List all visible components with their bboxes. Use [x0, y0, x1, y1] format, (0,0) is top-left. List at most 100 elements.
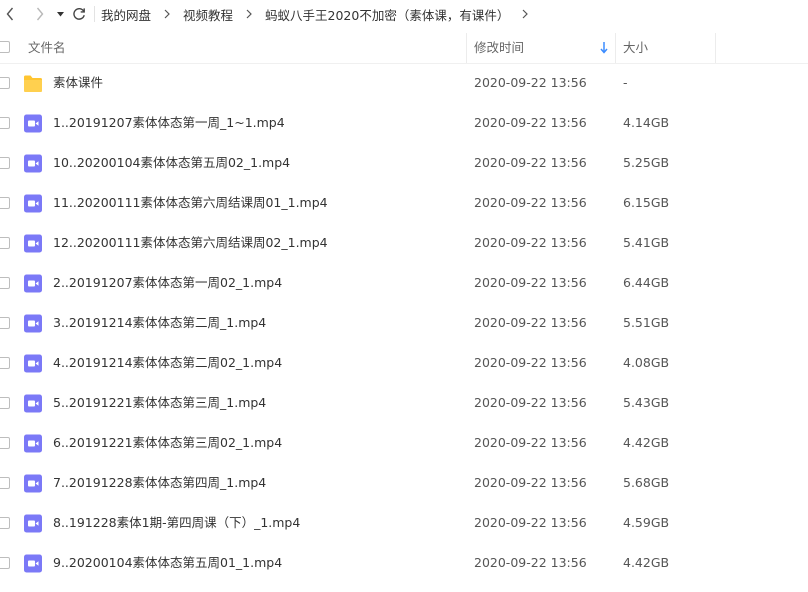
- file-row[interactable]: 7..20191228素体体态第四周_1.mp4 2020-09-22 13:56…: [0, 463, 808, 503]
- row-checkbox[interactable]: [0, 357, 10, 369]
- video-file-icon: [24, 194, 42, 213]
- video-file-icon: [24, 354, 42, 373]
- file-name[interactable]: 7..20191228素体体态第四周_1.mp4: [53, 463, 266, 503]
- row-checkbox[interactable]: [0, 557, 10, 569]
- modified-time: 2020-09-22 13:56: [474, 515, 587, 530]
- folder-icon: [24, 75, 42, 92]
- breadcrumb-separator-icon: [164, 9, 170, 19]
- breadcrumb-item[interactable]: 我的网盘: [101, 5, 151, 24]
- modified-time: 2020-09-22 13:56: [474, 355, 587, 370]
- file-name[interactable]: 2..20191207素体体态第一周02_1.mp4: [53, 263, 282, 303]
- file-row[interactable]: 4..20191214素体体态第二周02_1.mp4 2020-09-22 13:…: [0, 343, 808, 383]
- video-file-icon: [24, 394, 42, 413]
- file-name[interactable]: 12..20200111素体体态第六周结课周02_1.mp4: [53, 223, 328, 263]
- file-size: 5.43GB: [623, 395, 670, 410]
- file-size: 4.14GB: [623, 115, 670, 130]
- file-row[interactable]: 8..191228素体1期-第四周课（下）_1.mp4 2020-09-22 13…: [0, 503, 808, 543]
- modified-time: 2020-09-22 13:56: [474, 195, 587, 210]
- file-name[interactable]: 9..20200104素体体态第五周01_1.mp4: [53, 543, 282, 583]
- refresh-button[interactable]: [68, 0, 90, 28]
- file-size: -: [623, 75, 628, 90]
- row-checkbox[interactable]: [0, 277, 10, 289]
- chevron-left-icon: [6, 7, 14, 21]
- file-name[interactable]: 5..20191221素体体态第三周_1.mp4: [53, 383, 266, 423]
- file-name[interactable]: 10..20200104素体体态第五周02_1.mp4: [53, 143, 290, 183]
- breadcrumb-current[interactable]: 蚂蚁八手王2020不加密（素体课，有课件）: [265, 5, 509, 24]
- file-row[interactable]: 6..20191221素体体态第三周02_1.mp4 2020-09-22 13:…: [0, 423, 808, 463]
- column-divider[interactable]: [466, 33, 467, 63]
- row-checkbox[interactable]: [0, 437, 10, 449]
- navigation-bar: 我的网盘 视频教程 蚂蚁八手王2020不加密（素体课，有课件）: [0, 0, 808, 28]
- column-header-modified[interactable]: 修改时间: [474, 33, 524, 63]
- file-size: 5.41GB: [623, 235, 670, 250]
- file-size: 6.44GB: [623, 275, 670, 290]
- modified-time: 2020-09-22 13:56: [474, 115, 587, 130]
- file-size: 5.25GB: [623, 155, 670, 170]
- file-list-header: 文件名 修改时间 大小: [0, 33, 808, 64]
- row-checkbox[interactable]: [0, 397, 10, 409]
- breadcrumb-item[interactable]: 视频教程: [183, 5, 233, 24]
- modified-time: 2020-09-22 13:56: [474, 155, 587, 170]
- file-size: 4.42GB: [623, 555, 670, 570]
- file-row[interactable]: 1..20191207素体体态第一周_1~1.mp4 2020-09-22 13:…: [0, 103, 808, 143]
- column-divider[interactable]: [715, 33, 716, 63]
- refresh-icon: [73, 8, 85, 20]
- sort-descending-icon: [600, 42, 608, 54]
- modified-time: 2020-09-22 13:56: [474, 555, 587, 570]
- breadcrumb-separator-icon: [246, 9, 252, 19]
- row-checkbox[interactable]: [0, 77, 10, 89]
- file-row[interactable]: 11..20200111素体体态第六周结课周01_1.mp4 2020-09-22…: [0, 183, 808, 223]
- file-row[interactable]: 5..20191221素体体态第三周_1.mp4 2020-09-22 13:56…: [0, 383, 808, 423]
- file-row[interactable]: 9..20200104素体体态第五周01_1.mp4 2020-09-22 13:…: [0, 543, 808, 583]
- caret-down-icon: [56, 11, 64, 16]
- file-size: 4.08GB: [623, 355, 670, 370]
- video-file-icon: [24, 514, 42, 533]
- history-dropdown[interactable]: [54, 0, 66, 28]
- row-checkbox[interactable]: [0, 477, 10, 489]
- file-name[interactable]: 4..20191214素体体态第二周02_1.mp4: [53, 343, 282, 383]
- file-name[interactable]: 3..20191214素体体态第二周_1.mp4: [53, 303, 266, 343]
- forward-button[interactable]: [26, 0, 54, 28]
- row-checkbox[interactable]: [0, 117, 10, 129]
- video-file-icon: [24, 274, 42, 293]
- file-size: 4.59GB: [623, 515, 670, 530]
- modified-time: 2020-09-22 13:56: [474, 315, 587, 330]
- file-row[interactable]: 2..20191207素体体态第一周02_1.mp4 2020-09-22 13:…: [0, 263, 808, 303]
- file-row[interactable]: 3..20191214素体体态第二周_1.mp4 2020-09-22 13:56…: [0, 303, 808, 343]
- modified-time: 2020-09-22 13:56: [474, 395, 587, 410]
- file-name[interactable]: 8..191228素体1期-第四周课（下）_1.mp4: [53, 503, 300, 543]
- modified-time: 2020-09-22 13:56: [474, 475, 587, 490]
- video-file-icon: [24, 234, 42, 253]
- video-file-icon: [24, 554, 42, 573]
- file-size: 5.51GB: [623, 315, 670, 330]
- video-file-icon: [24, 314, 42, 333]
- row-checkbox[interactable]: [0, 517, 10, 529]
- breadcrumb-expand-icon[interactable]: [522, 9, 529, 19]
- column-header-name[interactable]: 文件名: [28, 33, 66, 63]
- file-size: 5.68GB: [623, 475, 670, 490]
- file-name[interactable]: 素体课件: [53, 63, 103, 103]
- file-name[interactable]: 6..20191221素体体态第三周02_1.mp4: [53, 423, 282, 463]
- column-header-size[interactable]: 大小: [623, 33, 648, 63]
- file-row[interactable]: 10..20200104素体体态第五周02_1.mp4 2020-09-22 13…: [0, 143, 808, 183]
- row-checkbox[interactable]: [0, 197, 10, 209]
- video-file-icon: [24, 434, 42, 453]
- modified-time: 2020-09-22 13:56: [474, 435, 587, 450]
- folder-row[interactable]: 素体课件 2020-09-22 13:56 -: [0, 63, 808, 103]
- file-name[interactable]: 1..20191207素体体态第一周_1~1.mp4: [53, 103, 285, 143]
- file-name[interactable]: 11..20200111素体体态第六周结课周01_1.mp4: [53, 183, 328, 223]
- video-file-icon: [24, 474, 42, 493]
- row-checkbox[interactable]: [0, 157, 10, 169]
- video-file-icon: [24, 114, 42, 133]
- select-all-checkbox[interactable]: [0, 41, 10, 53]
- back-button[interactable]: [0, 0, 20, 28]
- file-row[interactable]: 12..20200111素体体态第六周结课周02_1.mp4 2020-09-22…: [0, 223, 808, 263]
- row-checkbox[interactable]: [0, 237, 10, 249]
- modified-time: 2020-09-22 13:56: [474, 235, 587, 250]
- file-size: 6.15GB: [623, 195, 670, 210]
- column-divider[interactable]: [615, 33, 616, 63]
- row-checkbox[interactable]: [0, 317, 10, 329]
- toolbar-divider: [94, 6, 95, 22]
- file-size: 4.42GB: [623, 435, 670, 450]
- modified-time: 2020-09-22 13:56: [474, 75, 587, 90]
